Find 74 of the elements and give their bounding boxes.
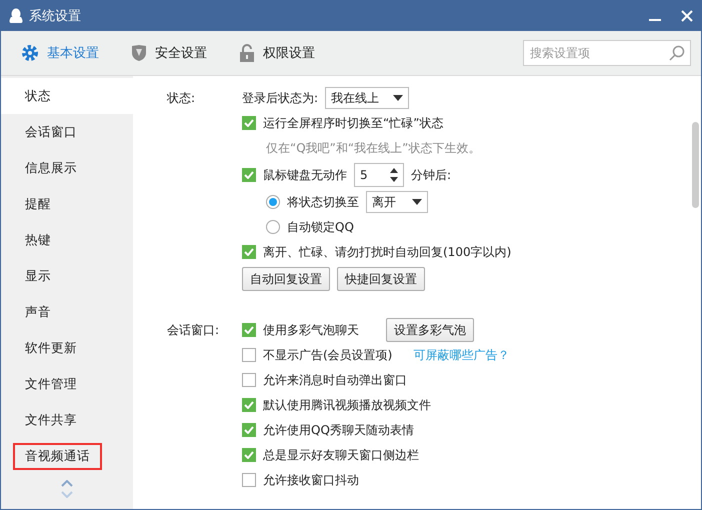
reply-settings-button[interactable]: 快捷回复设置 [337, 267, 425, 291]
sidebar-label: 提醒 [24, 194, 52, 212]
sidebar-label: 文件管理 [24, 374, 78, 392]
sidebar-label: 声音 [24, 302, 52, 320]
option-label: 自动锁定QQ [287, 218, 354, 236]
checkbox[interactable] [242, 448, 256, 462]
spinner-arrows-icon [390, 168, 398, 182]
option-label: 允许来消息时自动弹出窗口 [263, 372, 407, 388]
hint-text: 仅在“Q我吧”和“我在线上”状态下生效。 [266, 140, 480, 156]
radio-button[interactable] [266, 195, 280, 209]
settings-button[interactable]: 设置多彩气泡 [386, 318, 474, 342]
close-icon[interactable] [681, 10, 693, 22]
away-status-dropdown[interactable]: 离开 [366, 191, 428, 213]
sidebar-item[interactable]: 文件共享 [1, 402, 133, 438]
checkbox[interactable] [242, 168, 256, 182]
settings-tab[interactable]: 安全设置 [131, 44, 207, 62]
reply-settings-button[interactable]: 自动回复设置 [242, 267, 330, 291]
checkbox[interactable] [242, 423, 256, 437]
sidebar-label: 软件更新 [24, 338, 78, 356]
sidebar-label: 会话窗口 [24, 122, 78, 140]
checkbox[interactable] [242, 245, 256, 259]
penguin-icon [9, 8, 23, 24]
section-label: 会话窗口: [167, 322, 220, 339]
window-title: 系统设置 [29, 8, 82, 25]
shield-icon [131, 44, 147, 62]
search-icon [669, 45, 685, 61]
option-label: 将状态切换至 [287, 194, 359, 210]
scrollbar-thumb[interactable] [692, 122, 699, 208]
settings-icon [21, 44, 39, 62]
checkbox[interactable] [242, 373, 256, 387]
checkbox[interactable] [242, 348, 256, 362]
sidebar-item[interactable]: 显示 [1, 258, 133, 294]
option-label: 允许接收窗口抖动 [263, 472, 359, 488]
settings-tab[interactable]: 权限设置 [239, 44, 315, 62]
sidebar-item[interactable]: 信息展示 [1, 150, 133, 186]
scroll-up-icon[interactable] [61, 480, 73, 487]
sidebar-label: 热键 [24, 230, 52, 248]
sidebar-label: 信息展示 [24, 158, 78, 176]
sidebar-item[interactable]: 软件更新 [1, 330, 133, 366]
sidebar-label: 文件共享 [24, 410, 78, 428]
radio-button[interactable] [266, 220, 280, 234]
search-field[interactable]: 搜索设置项 [523, 40, 691, 66]
option-label: 默认使用腾讯视频播放视频文件 [263, 396, 431, 414]
section-label: 状态: [167, 90, 196, 107]
option-label: 运行全屏程序时切换至“忙碌”状态 [263, 114, 444, 132]
option-label: 不显示广告(会员设置项) [263, 346, 392, 364]
sidebar-label: 显示 [24, 266, 52, 284]
checkbox[interactable] [242, 116, 256, 130]
field-label: 登录后状态为: [242, 90, 318, 106]
sidebar-item[interactable]: 音视频通话 [1, 438, 133, 474]
scroll-down-icon[interactable] [61, 491, 73, 498]
highlight-frame: 音视频通话 [13, 442, 102, 470]
sidebar-item[interactable]: 热键 [1, 222, 133, 258]
minutes-spinner[interactable]: 5 [354, 163, 404, 187]
sidebar-item[interactable]: 提醒 [1, 186, 133, 222]
sidebar-item[interactable]: 会话窗口 [1, 114, 133, 150]
lock-icon [239, 44, 255, 62]
sidebar-item[interactable]: 声音 [1, 294, 133, 330]
checkbox[interactable] [242, 323, 256, 337]
dropdown-arrow-icon [412, 199, 422, 205]
option-label: 总是显示好友聊天窗口侧边栏 [263, 446, 419, 464]
checkbox[interactable] [242, 473, 256, 487]
status-dropdown[interactable]: 我在线上 [325, 87, 410, 109]
settings-tab[interactable]: 基本设置 [21, 44, 99, 62]
option-label: 鼠标键盘无动作 [263, 166, 347, 184]
sidebar-item[interactable]: 文件管理 [1, 366, 133, 402]
dropdown-arrow-icon [393, 95, 404, 101]
checkbox[interactable] [242, 398, 256, 412]
option-label: 使用多彩气泡聊天 [263, 322, 359, 338]
sidebar-label: 状态 [24, 86, 52, 104]
sidebar-item[interactable]: 状态 [1, 78, 133, 114]
option-label: 允许使用QQ秀聊天随动表情 [263, 422, 414, 438]
option-label: 离开、忙碌、请勿打扰时自动回复(100字以内) [263, 244, 512, 260]
unit-label: 分钟后: [411, 166, 452, 184]
